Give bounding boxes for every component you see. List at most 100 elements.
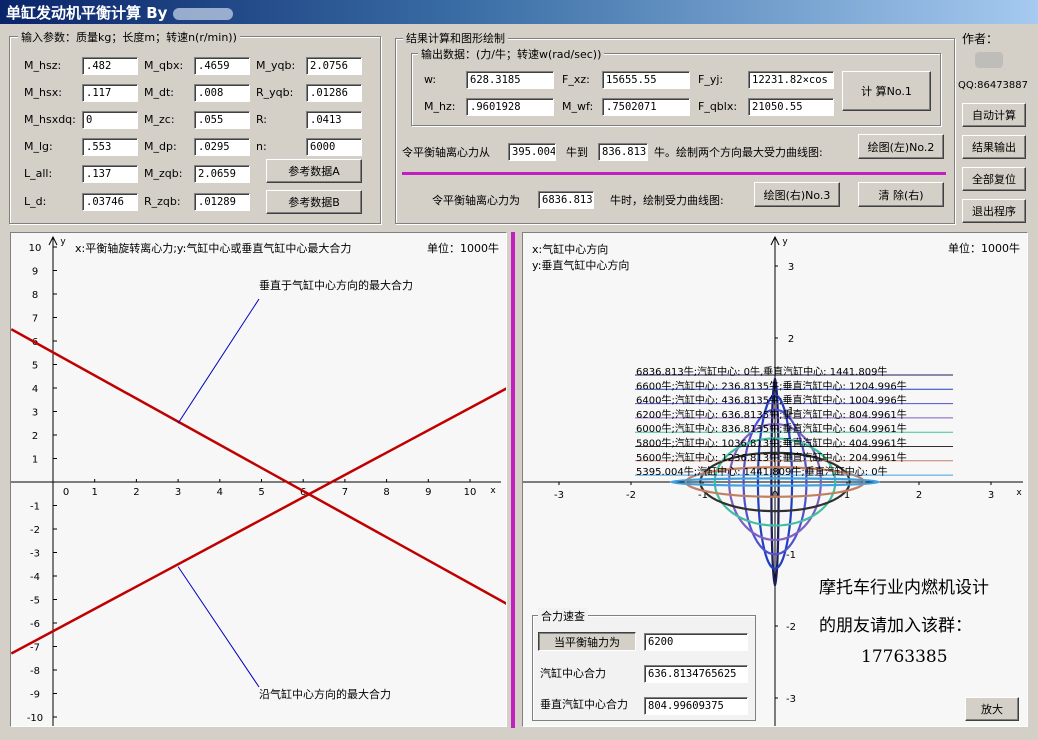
input-group-title: 输入参数：质量kg；长度m；转速n(r/min)) [18, 29, 240, 45]
promo-line-1: 摩托车行业内燃机设计 [819, 578, 989, 598]
curve-label: 6200牛;汽缸中心: 636.8135牛;垂直汽缸中心: 804.9961牛 [636, 408, 907, 421]
y-tick-label: -3 [30, 549, 40, 560]
force-suffix-label: 牛时，绘制受力曲线图: [610, 194, 724, 207]
perpendicular-force-label: 垂直汽缸中心合力 [540, 698, 628, 711]
author-label: 作者： [962, 32, 999, 46]
auto-calc-button[interactable]: 自动计算 [962, 103, 1026, 127]
y-axis-name: y [782, 237, 788, 247]
right-chart-unit: 单位：1000牛 [948, 242, 1020, 255]
y-axis-name: y [60, 237, 66, 247]
range-mid-label: 牛到 [566, 146, 588, 159]
output-results-button[interactable]: 结果输出 [962, 135, 1026, 159]
left-chart-legend: x:平衡轴旋转离心力;y:气缸中心或垂直气缸中心最大合力 [75, 242, 352, 255]
y-tick-label: -1 [30, 502, 40, 513]
param-label: L_all: [24, 167, 53, 180]
mwf-field[interactable]: .7502071 [602, 98, 690, 116]
y-tick-label: 8 [32, 290, 38, 301]
mwf-label: M_wf: [562, 100, 594, 113]
x-tick-label: 0 [772, 490, 778, 501]
param-field[interactable]: 2.0756 [306, 57, 362, 75]
param-field[interactable]: .137 [82, 165, 138, 183]
param-label: M_yqb: [256, 59, 296, 72]
param-field[interactable]: .0295 [194, 138, 250, 156]
y-tick-label: 7 [32, 314, 38, 325]
param-label: R_yqb: [256, 86, 294, 99]
param-field[interactable]: .01289 [194, 193, 250, 211]
plot-left-button[interactable]: 绘图(左)No.2 [858, 134, 944, 159]
reference-data-a-button[interactable]: 参考数据A [266, 159, 362, 183]
perpendicular-force-field[interactable]: 804.99609375 [644, 697, 748, 715]
x-tick-label: 9 [425, 487, 431, 498]
left-annotation-bottom: 沿气缸中心方向的最大合力 [259, 688, 391, 701]
reset-all-button[interactable]: 全部复位 [962, 167, 1026, 191]
fyj-field[interactable]: 12231.82×cos [748, 71, 834, 89]
x-tick-label: 5 [258, 487, 264, 498]
y-tick-label: -8 [30, 666, 40, 677]
param-field[interactable]: 0 [82, 111, 138, 129]
param-label: L_d: [24, 195, 47, 208]
w-field[interactable]: 628.3185 [466, 71, 554, 89]
result-group-title: 结果计算和图形绘制 [403, 30, 508, 46]
param-label: M_hsxdq: [24, 113, 76, 126]
y-tick-label: -5 [30, 596, 40, 607]
x-tick-label: 3 [988, 490, 994, 501]
curve-label: 5600牛;汽缸中心: 1236.813牛;垂直汽缸中心: 204.9961牛 [636, 451, 907, 464]
w-label: w: [424, 73, 437, 86]
blurred-author-name [172, 7, 233, 20]
quick-query-title: 合力速查 [538, 608, 588, 624]
param-field[interactable]: .03746 [82, 193, 138, 211]
fqblx-field[interactable]: 21050.55 [748, 98, 834, 116]
range-suffix-label: 牛。绘制两个方向最大受力曲线图: [654, 146, 823, 159]
param-field[interactable]: .055 [194, 111, 250, 129]
param-label: M_dp: [144, 140, 177, 153]
balance-force-button[interactable]: 当平衡轴力为 [538, 632, 636, 651]
param-field[interactable]: .482 [82, 57, 138, 75]
curve-label: 6000牛;汽缸中心: 836.8135牛;垂直汽缸中心: 604.9961牛 [636, 422, 907, 435]
param-label: M_qbx: [144, 59, 184, 72]
force-value-field[interactable]: 6836.813 [538, 191, 594, 209]
fxz-field[interactable]: 15655.55 [602, 71, 690, 89]
blurred-author [975, 52, 1003, 68]
param-field[interactable]: .553 [82, 138, 138, 156]
range-from-field[interactable]: 395.004 [508, 143, 556, 161]
param-field[interactable]: .117 [82, 84, 138, 102]
qq-label: QQ:86473887 [958, 80, 1029, 91]
y-tick-label: -2 [786, 622, 796, 633]
clear-right-button[interactable]: 清 除(右) [858, 182, 944, 207]
annotation-pointer-top [177, 298, 260, 424]
chart-divider [511, 232, 515, 728]
param-field[interactable]: .008 [194, 84, 250, 102]
param-field[interactable]: 2.0659 [194, 165, 250, 183]
param-field[interactable]: .4659 [194, 57, 250, 75]
enlarge-button[interactable]: 放大 [965, 697, 1019, 721]
cylinder-force-field[interactable]: 636.8134765625 [644, 665, 748, 683]
cylinder-force-label: 汽缸中心合力 [540, 667, 606, 680]
x-tick-label: 4 [217, 487, 223, 498]
mhz-label: M_hz: [424, 100, 456, 113]
y-tick-label: -4 [30, 572, 40, 583]
param-label: n: [256, 140, 267, 153]
param-field[interactable]: 6000 [306, 138, 362, 156]
x-axis-name: x [1016, 488, 1022, 498]
calculate-button[interactable]: 计 算No.1 [842, 71, 931, 111]
exit-button[interactable]: 退出程序 [962, 199, 1026, 223]
param-field[interactable]: .01286 [306, 84, 362, 102]
y-tick-label: 2 [788, 334, 794, 345]
x-tick-label: 1 [92, 487, 98, 498]
curve-label: 5395.004牛;汽缸中心: 1441.809牛;垂直汽缸中心: 0牛 [636, 465, 888, 478]
param-label: M_hsx: [24, 86, 62, 99]
reference-data-b-button[interactable]: 参考数据B [266, 190, 362, 214]
range-to-field[interactable]: 836.813 [598, 143, 648, 161]
x-tick-label: -3 [554, 490, 564, 501]
right-legend-x: x:气缸中心方向 [532, 243, 609, 256]
param-label: M_zc: [144, 113, 175, 126]
y-tick-label: 3 [788, 262, 794, 273]
balance-force-field[interactable]: 6200 [644, 633, 748, 651]
param-field[interactable]: .0413 [306, 111, 362, 129]
mhz-field[interactable]: .9601928 [466, 98, 554, 116]
param-label: M_dt: [144, 86, 174, 99]
output-group-title: 输出数据：(力/牛；转速w(rad/sec)) [418, 46, 605, 62]
plot-right-button[interactable]: 绘图(右)No.3 [754, 182, 840, 207]
promo-line-2: 的朋友请加入该群： [819, 616, 972, 636]
curve-label: 5800牛;汽缸中心: 1036.813牛;垂直汽缸中心: 404.9961牛 [636, 437, 907, 450]
